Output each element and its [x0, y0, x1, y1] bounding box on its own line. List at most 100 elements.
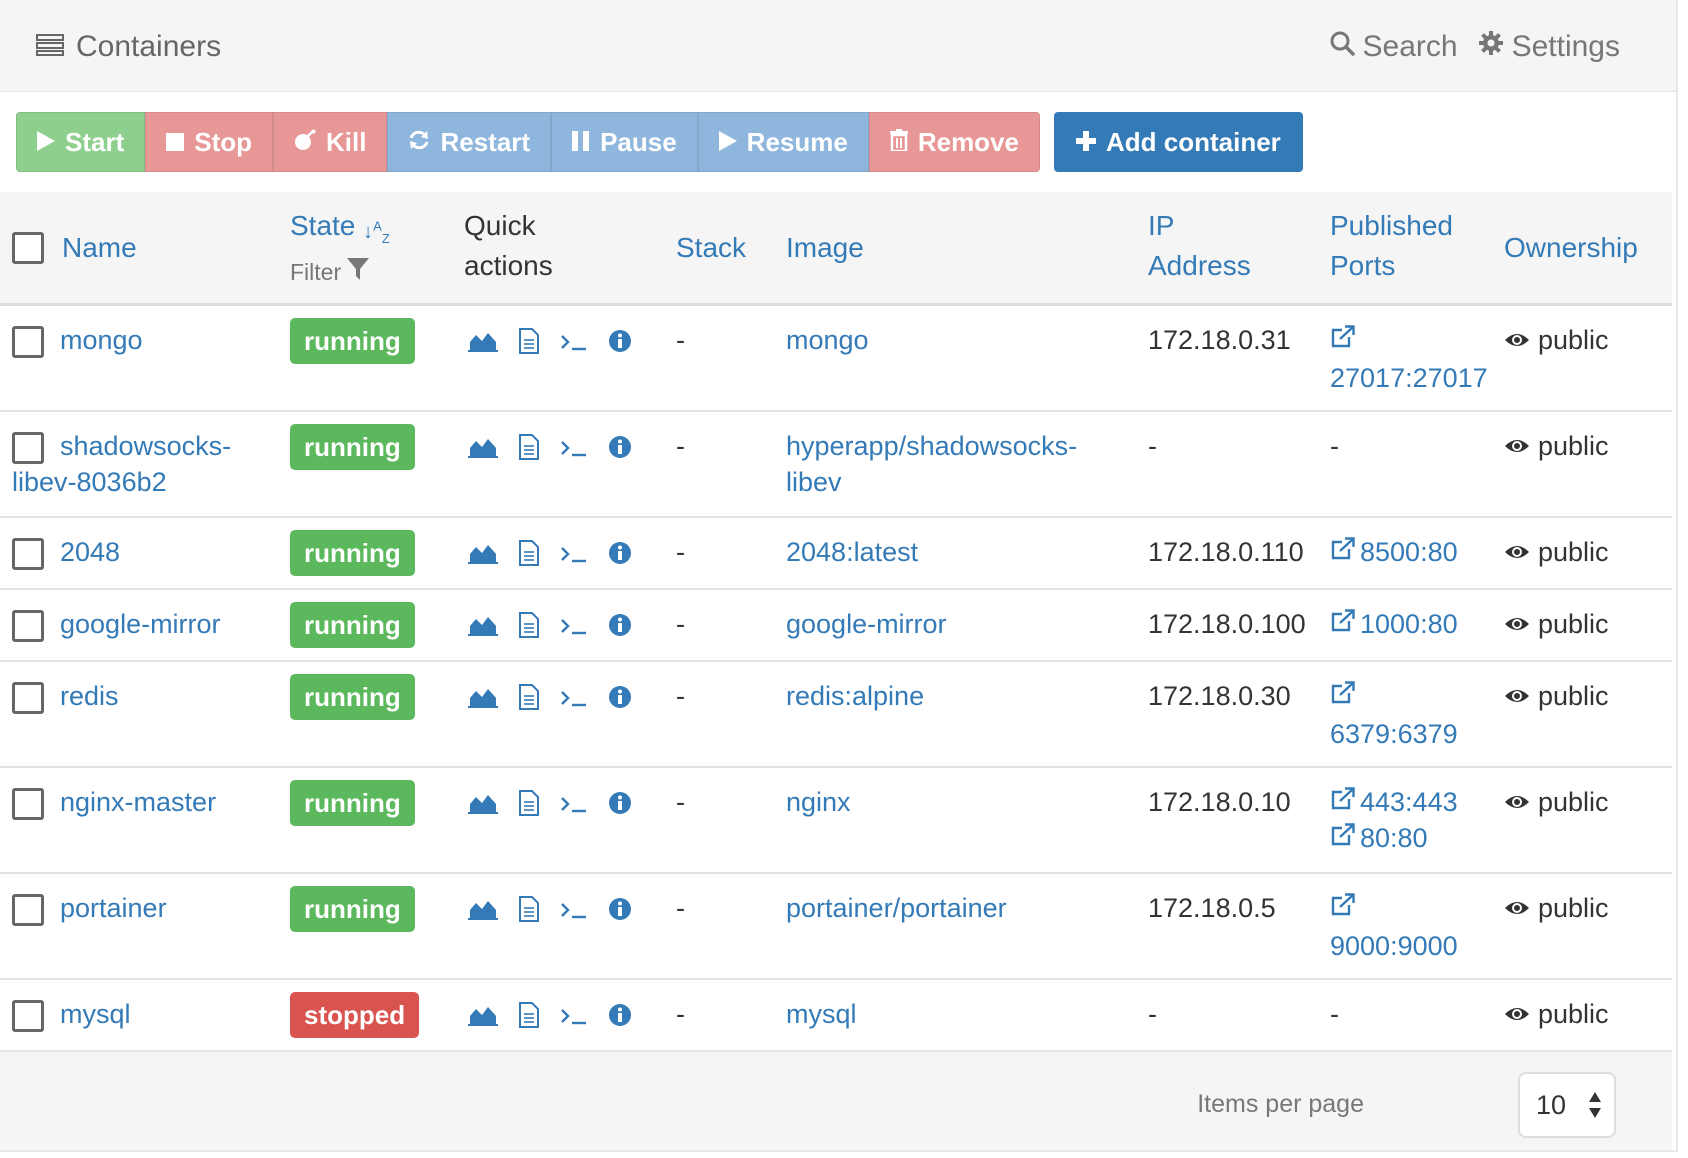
image-link[interactable]: mysql [786, 996, 1126, 1032]
image-text-cont: libev [786, 467, 842, 497]
console-icon[interactable] [560, 436, 588, 458]
info-icon[interactable] [608, 685, 632, 709]
containers-panel: Containers Search Settings Start Stop Ki… [0, 0, 1678, 1152]
console-icon[interactable] [560, 686, 588, 708]
start-button[interactable]: Start [16, 112, 146, 172]
start-label: Start [65, 126, 125, 157]
port-link[interactable]: 80:80 [1330, 820, 1458, 856]
stats-icon[interactable] [468, 792, 498, 814]
logs-icon[interactable] [518, 790, 540, 816]
console-icon[interactable] [560, 330, 588, 352]
info-icon[interactable] [608, 329, 632, 353]
settings-button[interactable]: Settings [1478, 30, 1620, 64]
ip-address: 172.18.0.30 [1148, 681, 1291, 711]
stats-icon[interactable] [468, 330, 498, 352]
image-link[interactable]: google-mirror [786, 606, 1126, 642]
container-name-link[interactable]: redis [12, 678, 272, 714]
items-per-page-label: Items per page [1197, 1090, 1364, 1118]
logs-icon[interactable] [518, 1002, 540, 1028]
column-ip-address[interactable]: IP Address [1148, 206, 1251, 286]
column-published-ports[interactable]: Published Ports [1330, 206, 1453, 286]
pause-button[interactable]: Pause [551, 112, 698, 172]
container-name-link[interactable]: mongo [12, 322, 272, 358]
image-link[interactable]: hyperapp/shadowsocks-libev [786, 428, 1126, 500]
items-per-page-select[interactable]: 10 [1518, 1072, 1616, 1138]
image-link[interactable]: mongo [786, 322, 1126, 358]
ownership-text: public [1538, 325, 1609, 355]
console-icon[interactable] [560, 898, 588, 920]
eye-icon [1504, 678, 1530, 714]
external-link-icon [1330, 678, 1356, 714]
ip-address: 172.18.0.5 [1148, 893, 1276, 923]
stats-icon[interactable] [468, 542, 498, 564]
info-icon[interactable] [608, 613, 632, 637]
image-text: google-mirror [786, 609, 947, 639]
image-link[interactable]: portainer/portainer [786, 890, 1126, 926]
port-link[interactable]: 27017:27017 [1330, 322, 1488, 396]
logs-icon[interactable] [518, 896, 540, 922]
console-icon[interactable] [560, 1004, 588, 1026]
select-all-checkbox[interactable] [12, 232, 44, 264]
container-name-link[interactable]: portainer [12, 890, 272, 926]
column-state[interactable]: State ↓AZ [290, 206, 390, 259]
port-text: 1000:80 [1360, 609, 1458, 639]
table-row: nginx-master running - nginx 172.18.0.10 443:… [0, 768, 1672, 874]
search-button[interactable]: Search [1329, 30, 1458, 64]
play-icon [37, 127, 55, 158]
resume-button[interactable]: Resume [697, 112, 869, 172]
container-name-link[interactable]: 2048 [12, 534, 272, 570]
container-name-text: redis [60, 681, 119, 711]
external-link-icon [1330, 322, 1356, 358]
image-link[interactable]: nginx [786, 784, 1126, 820]
column-name[interactable]: Name [62, 228, 137, 268]
column-stack[interactable]: Stack [676, 228, 746, 268]
info-icon[interactable] [608, 1003, 632, 1027]
logs-icon[interactable] [518, 684, 540, 710]
container-name-link[interactable]: mysql [12, 996, 272, 1032]
stats-icon[interactable] [468, 614, 498, 636]
stop-button[interactable]: Stop [145, 112, 274, 172]
column-image[interactable]: Image [786, 228, 864, 268]
state-filter-button[interactable]: Filter [290, 252, 370, 292]
image-link[interactable]: 2048:latest [786, 534, 1126, 570]
container-name-link[interactable]: shadowsocks-libev-8036b2 [12, 428, 272, 500]
logs-icon[interactable] [518, 434, 540, 460]
console-icon[interactable] [560, 542, 588, 564]
quick-actions [468, 328, 632, 354]
info-icon[interactable] [608, 791, 632, 815]
stats-icon[interactable] [468, 686, 498, 708]
port-link[interactable]: 6379:6379 [1330, 678, 1458, 752]
stack-value: - [676, 999, 685, 1029]
remove-button[interactable]: Remove [868, 112, 1040, 172]
stack-value: - [676, 325, 685, 355]
image-link[interactable]: redis:alpine [786, 678, 1126, 714]
image-text: mysql [786, 999, 857, 1029]
port-link[interactable]: 1000:80 [1330, 606, 1458, 642]
console-icon[interactable] [560, 792, 588, 814]
stats-icon[interactable] [468, 1004, 498, 1026]
column-ownership[interactable]: Ownership [1504, 228, 1638, 268]
logs-icon[interactable] [518, 540, 540, 566]
add-container-button[interactable]: Add container [1054, 112, 1303, 172]
published-ports: 443:443 80:80 [1330, 784, 1458, 856]
restart-button[interactable]: Restart [387, 112, 552, 172]
logs-icon[interactable] [518, 612, 540, 638]
stats-icon[interactable] [468, 436, 498, 458]
kill-button[interactable]: Kill [273, 112, 388, 172]
table-row: redis running - redis:alpine 172.18.0.30 6379… [0, 662, 1672, 768]
status-badge: running [290, 674, 415, 720]
container-name-link[interactable]: google-mirror [12, 606, 272, 642]
status-badge: stopped [290, 992, 420, 1038]
port-link[interactable]: 9000:9000 [1330, 890, 1458, 964]
port-link[interactable]: 8500:80 [1330, 534, 1458, 570]
port-link[interactable]: 443:443 [1330, 784, 1458, 820]
info-icon[interactable] [608, 435, 632, 459]
ownership: public [1504, 890, 1609, 926]
info-icon[interactable] [608, 897, 632, 921]
info-icon[interactable] [608, 541, 632, 565]
ownership-text: public [1538, 893, 1609, 923]
logs-icon[interactable] [518, 328, 540, 354]
stats-icon[interactable] [468, 898, 498, 920]
console-icon[interactable] [560, 614, 588, 636]
container-name-link[interactable]: nginx-master [12, 784, 272, 820]
